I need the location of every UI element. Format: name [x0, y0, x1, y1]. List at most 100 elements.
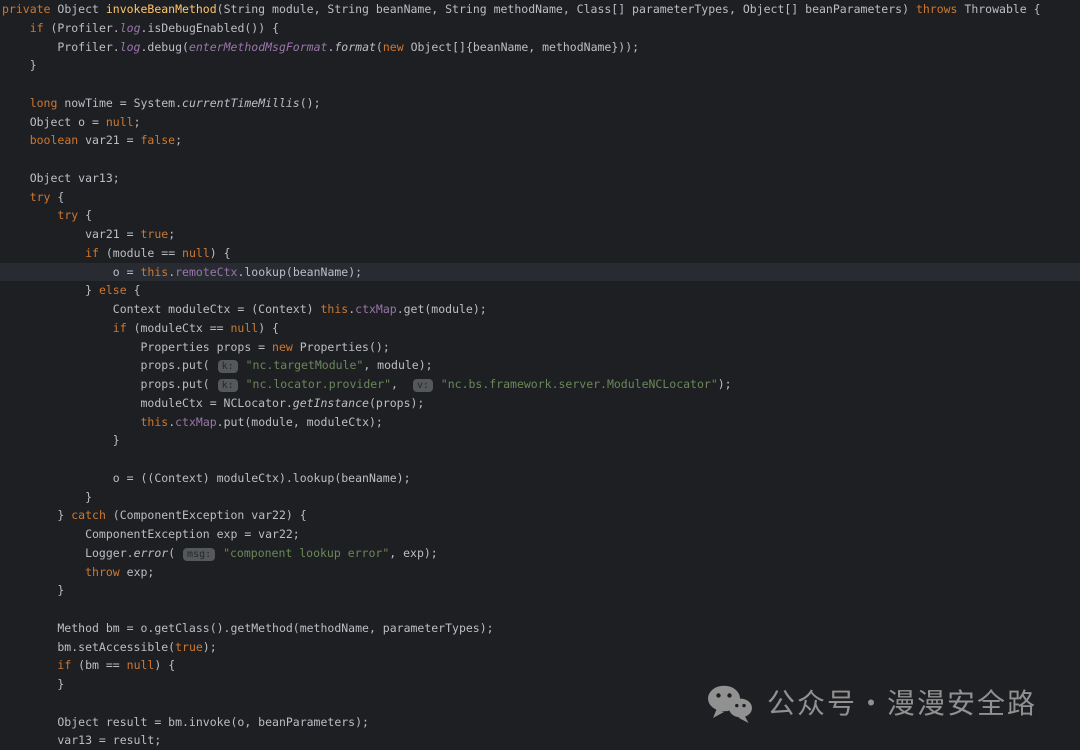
code-line[interactable]: Method bm = o.getClass().getMethod(metho… — [0, 619, 1080, 638]
code-token-mth[interactable]: invokeBeanMethod — [106, 2, 217, 16]
code-token-def[interactable]: Object[]{beanName, methodName})); — [404, 40, 639, 54]
code-token-smth[interactable]: currentTimeMillis — [182, 96, 300, 110]
code-token-def[interactable]: Object — [57, 2, 105, 16]
code-token-def[interactable]: (); — [300, 96, 321, 110]
code-line[interactable]: if (moduleCtx == null) { — [0, 319, 1080, 338]
code-token-def[interactable]: ComponentException exp = var22; — [2, 527, 300, 541]
code-token-hint[interactable]: msg: — [183, 548, 215, 561]
code-token-def[interactable]: } — [2, 677, 64, 691]
code-token-def[interactable]: (module == — [99, 246, 182, 260]
code-token-kw[interactable]: try — [57, 208, 78, 222]
code-token-kw[interactable]: this — [321, 302, 349, 316]
code-token-kw[interactable]: null — [106, 115, 134, 129]
code-token-def[interactable]: ) { — [258, 321, 279, 335]
code-line[interactable]: } — [0, 581, 1080, 600]
code-line[interactable] — [0, 75, 1080, 94]
code-token-kw[interactable]: catch — [71, 508, 106, 522]
code-token-def[interactable]: props.put( — [2, 358, 217, 372]
code-line[interactable]: ComponentException exp = var22; — [0, 525, 1080, 544]
code-line[interactable]: try { — [0, 188, 1080, 207]
code-token-def[interactable]: { — [50, 190, 64, 204]
code-token-kw[interactable]: this — [140, 265, 168, 279]
code-token-kw[interactable]: new — [272, 340, 293, 354]
code-token-str[interactable]: "nc.targetModule" — [246, 358, 364, 372]
code-token-kw[interactable]: true — [140, 227, 168, 241]
code-token-def[interactable]: Object var13; — [2, 171, 120, 185]
code-token-def[interactable]: (props); — [369, 396, 424, 410]
code-token-def[interactable] — [2, 96, 30, 110]
code-token-str[interactable]: "component lookup error" — [223, 546, 389, 560]
code-token-def[interactable]: Logger. — [2, 546, 134, 560]
code-token-def[interactable] — [2, 246, 85, 260]
code-token-def[interactable]: , — [391, 377, 412, 391]
code-token-def[interactable]: exp; — [120, 565, 155, 579]
code-line[interactable]: Context moduleCtx = (Context) this.ctxMa… — [0, 300, 1080, 319]
code-token-kw[interactable]: if — [57, 658, 71, 672]
code-token-fld[interactable]: remoteCtx — [175, 265, 237, 279]
code-token-kw[interactable]: boolean — [30, 133, 78, 147]
code-line[interactable] — [0, 450, 1080, 469]
code-token-def[interactable]: } — [2, 490, 92, 504]
code-token-def[interactable]: (Profiler. — [44, 21, 120, 35]
code-token-def[interactable]: ( — [376, 40, 383, 54]
code-line[interactable]: if (bm == null) { — [0, 656, 1080, 675]
code-token-def[interactable]: Object result = bm.invoke(o, beanParamet… — [2, 715, 369, 729]
code-line[interactable]: bm.setAccessible(true); — [0, 638, 1080, 657]
code-token-def[interactable]: ); — [203, 640, 217, 654]
code-token-hint[interactable]: k: — [218, 360, 238, 373]
code-line[interactable]: try { — [0, 206, 1080, 225]
code-token-kw[interactable]: this — [140, 415, 168, 429]
code-token-smth[interactable]: getInstance — [293, 396, 369, 410]
code-token-def[interactable]: Context moduleCtx = (Context) — [2, 302, 321, 316]
code-token-def[interactable]: Properties props = — [2, 340, 272, 354]
code-line[interactable]: throw exp; — [0, 563, 1080, 582]
code-line[interactable]: Profiler.log.debug(enterMethodMsgFormat.… — [0, 38, 1080, 57]
code-token-kw[interactable]: throws — [916, 2, 958, 16]
code-token-fld[interactable]: ctxMap — [355, 302, 397, 316]
code-token-def[interactable] — [2, 133, 30, 147]
code-token-def[interactable]: o = — [2, 265, 140, 279]
code-token-smth[interactable]: format — [334, 40, 376, 54]
code-line[interactable]: } else { — [0, 281, 1080, 300]
code-token-sfld[interactable]: enterMethodMsgFormat — [189, 40, 327, 54]
code-token-def[interactable]: Object o = — [2, 115, 106, 129]
code-token-smth[interactable]: error — [134, 546, 169, 560]
code-line[interactable]: } — [0, 56, 1080, 75]
code-token-kw[interactable]: else — [99, 283, 127, 297]
code-token-def[interactable]: Properties(); — [293, 340, 390, 354]
code-token-kw[interactable]: true — [175, 640, 203, 654]
code-token-def[interactable]: props.put( — [2, 377, 217, 391]
code-token-def[interactable]: (String module, String beanName, String … — [217, 2, 916, 16]
code-token-sfld[interactable]: log — [120, 21, 141, 35]
code-token-def[interactable]: .get(module); — [397, 302, 487, 316]
code-token-def[interactable]: ) { — [154, 658, 175, 672]
code-line[interactable]: Logger.error( msg: "component lookup err… — [0, 544, 1080, 563]
code-line[interactable]: Object var13; — [0, 169, 1080, 188]
code-token-def[interactable]: , module); — [363, 358, 432, 372]
code-line[interactable]: private Object invokeBeanMethod(String m… — [0, 0, 1080, 19]
code-token-kw[interactable]: try — [30, 190, 51, 204]
code-token-kw[interactable]: null — [231, 321, 259, 335]
code-token-def[interactable]: var21 = — [2, 227, 140, 241]
code-token-def[interactable]: ); — [718, 377, 732, 391]
code-token-def[interactable]: (moduleCtx == — [127, 321, 231, 335]
code-token-def[interactable]: var21 = — [78, 133, 140, 147]
code-line[interactable]: } catch (ComponentException var22) { — [0, 506, 1080, 525]
code-line[interactable]: props.put( k: "nc.targetModule", module)… — [0, 356, 1080, 375]
code-token-def[interactable]: ; — [175, 133, 182, 147]
code-token-def[interactable]: } — [2, 508, 71, 522]
code-line[interactable]: } — [0, 431, 1080, 450]
code-token-def[interactable]: bm.setAccessible( — [2, 640, 175, 654]
code-line[interactable]: props.put( k: "nc.locator.provider", v: … — [0, 375, 1080, 394]
code-token-def[interactable]: { — [127, 283, 141, 297]
code-line[interactable] — [0, 150, 1080, 169]
code-token-kw[interactable]: if — [30, 21, 44, 35]
code-editor[interactable]: private Object invokeBeanMethod(String m… — [0, 0, 1080, 750]
code-area[interactable]: private Object invokeBeanMethod(String m… — [0, 0, 1080, 750]
code-token-def[interactable]: (bm == — [71, 658, 126, 672]
code-token-def[interactable]: { — [78, 208, 92, 222]
code-line[interactable]: this.ctxMap.put(module, moduleCtx); — [0, 413, 1080, 432]
code-token-def[interactable] — [2, 190, 30, 204]
code-token-str[interactable]: "nc.bs.framework.server.ModuleNCLocator" — [441, 377, 718, 391]
code-token-def[interactable]: , exp); — [389, 546, 437, 560]
